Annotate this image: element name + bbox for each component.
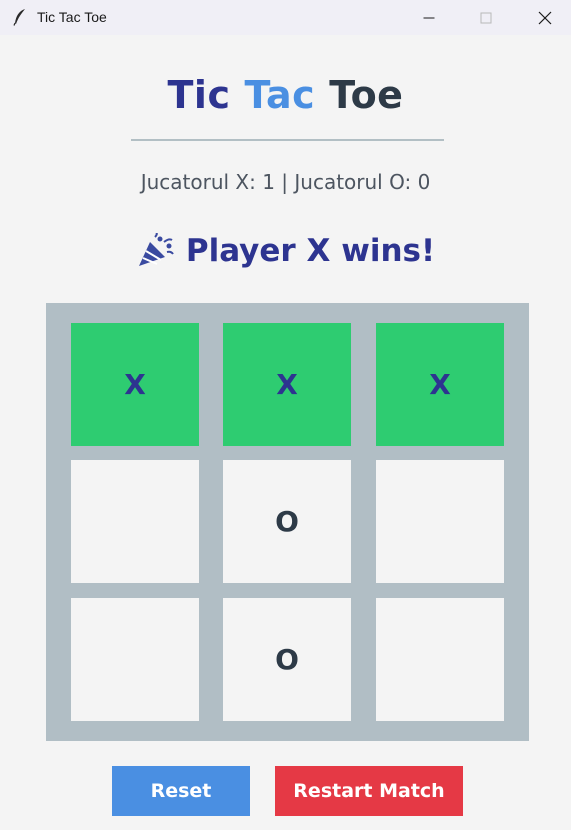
board-cell-0-1[interactable]: X [223, 323, 351, 446]
maximize-button[interactable] [463, 0, 509, 35]
board-cell-1-1[interactable]: O [223, 460, 351, 583]
reset-button[interactable]: Reset [112, 766, 250, 816]
board-cell-0-0[interactable]: X [71, 323, 199, 446]
minimize-icon [423, 17, 435, 18]
title-word-tac: Tac [244, 73, 316, 117]
game-status: Player X wins! [0, 233, 571, 269]
close-icon [538, 11, 552, 24]
board-cell-1-0[interactable] [71, 460, 199, 583]
board-cell-2-1[interactable]: O [223, 598, 351, 721]
app-content: Tic Tac Toe Jucatorul X: 1 | Jucatorul O: … [0, 35, 571, 830]
minimize-button[interactable] [406, 0, 452, 35]
maximize-icon [480, 12, 492, 23]
board-cell-1-2[interactable] [376, 460, 504, 583]
game-board: X X X O O [46, 303, 529, 741]
board-cell-0-2[interactable]: X [376, 323, 504, 446]
board-cell-2-0[interactable] [71, 598, 199, 721]
board-cell-2-2[interactable] [376, 598, 504, 721]
status-text: Player X wins! [185, 233, 436, 269]
title-divider [131, 139, 444, 141]
close-button[interactable] [522, 0, 568, 35]
restart-match-button[interactable]: Restart Match [275, 766, 463, 816]
window-title: Tic Tac Toe [37, 9, 107, 25]
title-word-tic: Tic [167, 73, 231, 117]
page-title: Tic Tac Toe [0, 73, 571, 117]
party-popper-icon [138, 233, 174, 266]
score-label: Jucatorul X: 1 | Jucatorul O: 0 [140, 170, 431, 194]
title-word-toe: Toe [329, 73, 404, 117]
feather-icon [13, 9, 25, 26]
window-titlebar: Tic Tac Toe [0, 0, 571, 35]
